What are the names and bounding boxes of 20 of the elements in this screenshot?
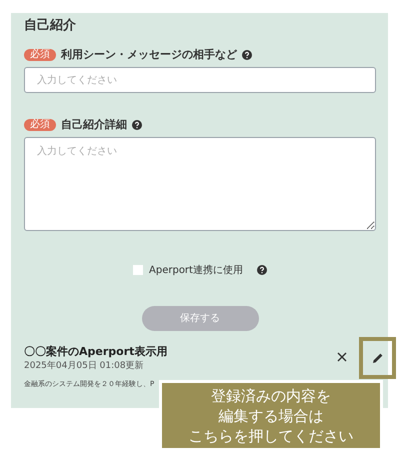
field-label: 自己紹介詳細 — [61, 116, 127, 133]
entry-title: 〇〇案件のAperport表示用 — [24, 345, 168, 359]
entry-updated: 2025年04月05日 01:08更新 — [24, 360, 145, 373]
edit-button[interactable] — [359, 337, 396, 379]
help-icon[interactable] — [256, 265, 267, 275]
help-icon[interactable] — [242, 50, 252, 60]
checkbox-label[interactable]: Aperport連携に使用 — [149, 262, 243, 278]
required-badge: 必須 — [24, 119, 56, 131]
close-icon[interactable] — [337, 352, 347, 362]
callout-text: 編集する場合は — [218, 406, 324, 426]
help-icon[interactable] — [132, 120, 142, 130]
field-label: 利用シーン・メッセージの相手など — [61, 46, 237, 63]
pencil-icon — [372, 352, 384, 364]
input-field[interactable]: 入力してください — [24, 67, 376, 93]
required-badge: 必須 — [24, 49, 56, 61]
text-area[interactable]: 入力してください — [24, 137, 376, 231]
callout-text: 登録済みの内容を — [211, 386, 331, 406]
callout-text: こちらを押してください — [188, 426, 354, 446]
section-title: 自己紹介 — [24, 17, 77, 35]
checkbox[interactable] — [133, 265, 144, 275]
